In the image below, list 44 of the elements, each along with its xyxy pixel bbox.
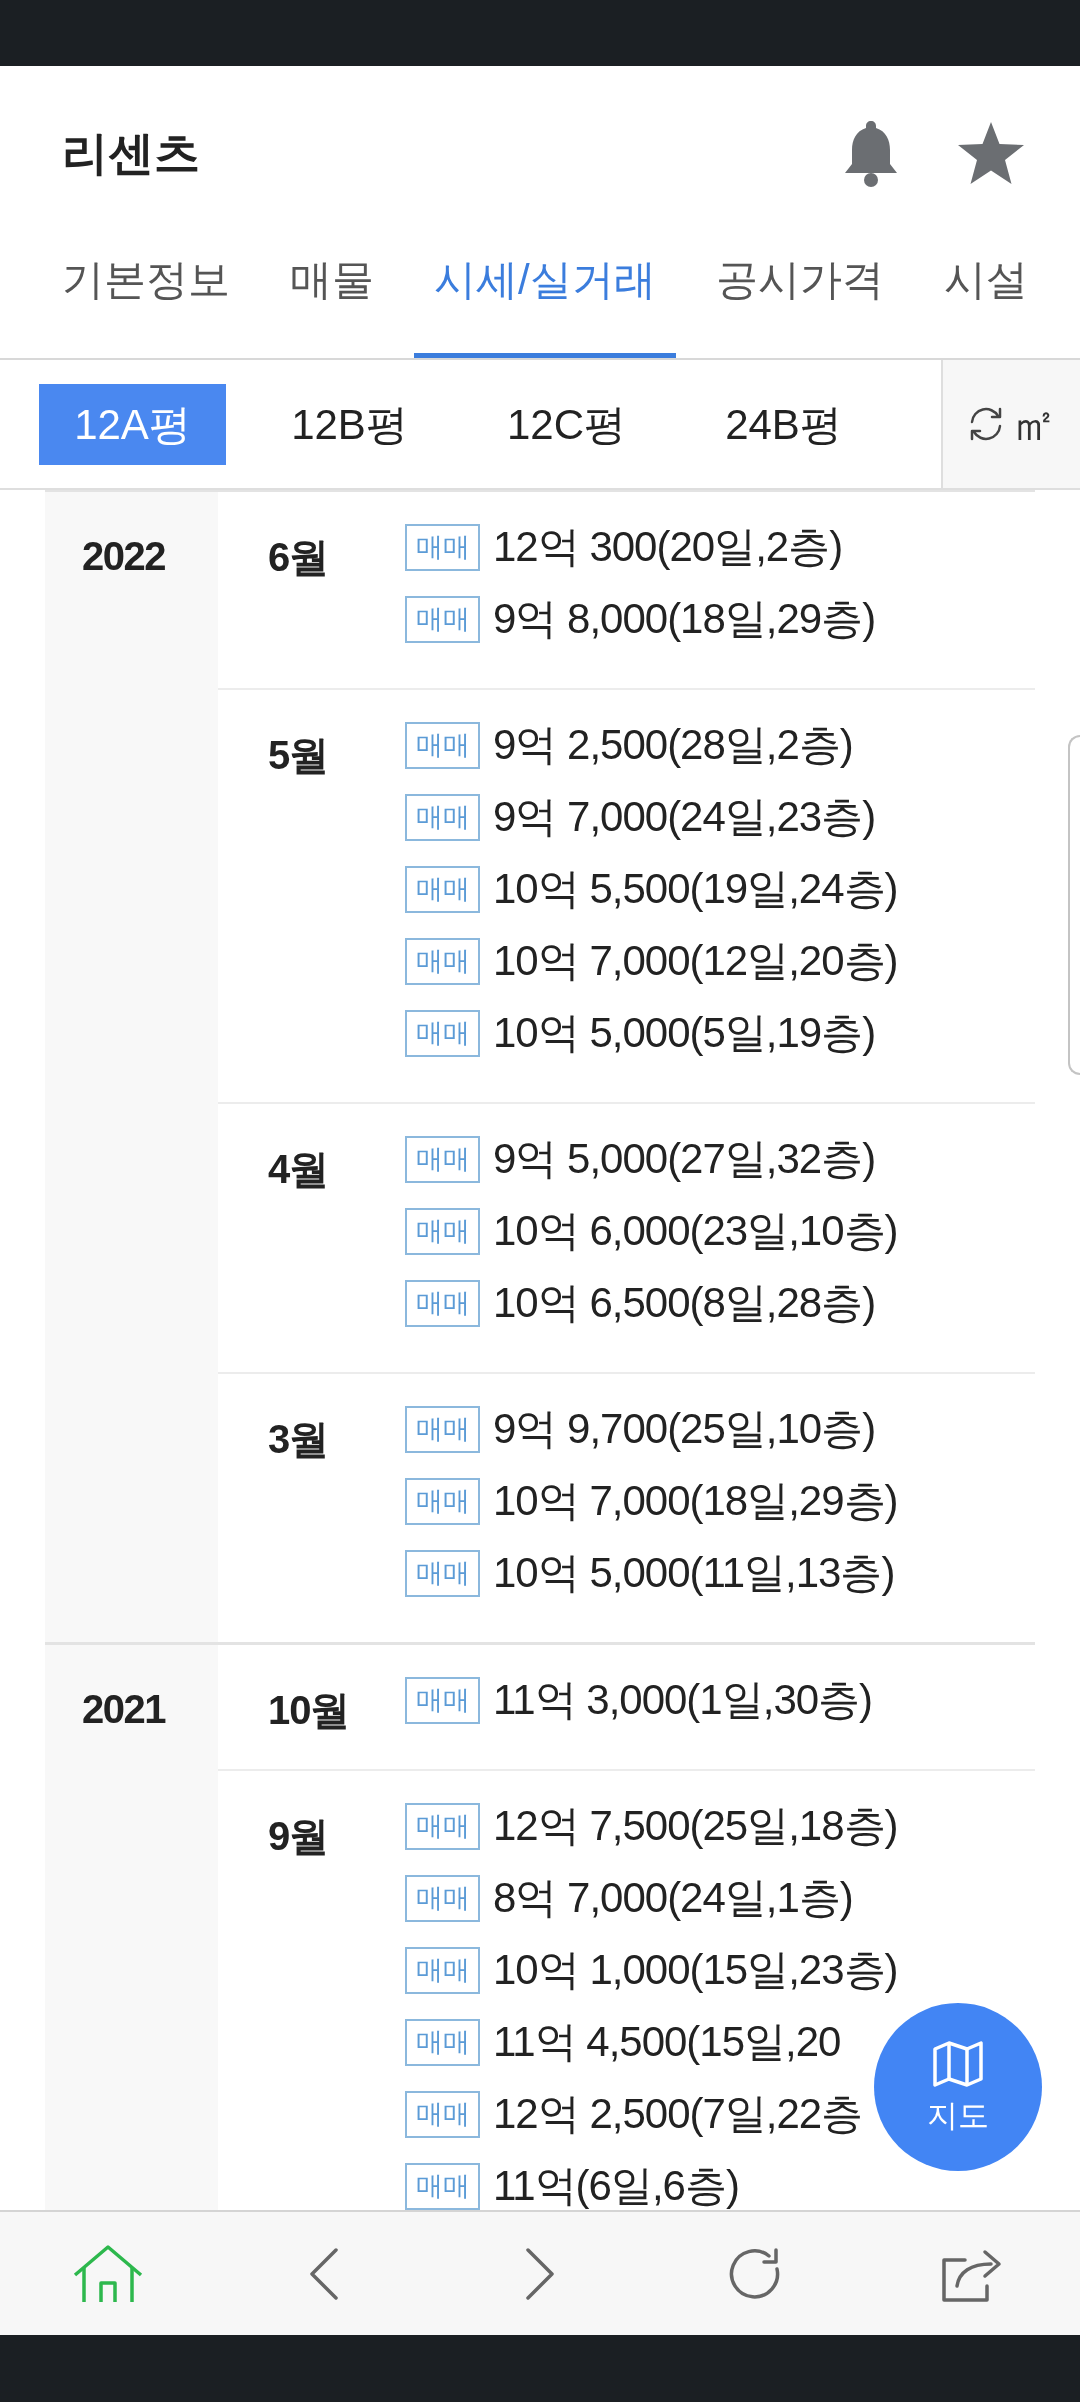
map-button[interactable]: 지도 (874, 2003, 1042, 2171)
deal-type-tag: 매매 (405, 1549, 480, 1597)
month-label: 5월 (268, 732, 329, 779)
section-tab[interactable]: 공시가격 (695, 240, 904, 358)
deal-type-tag: 매매 (405, 937, 480, 985)
section-tab[interactable]: 매물 (270, 240, 394, 358)
deal-type-tag: 매매 (405, 2018, 480, 2066)
size-tab[interactable]: 12B평 (256, 383, 443, 465)
deal-type-tag: 매매 (405, 1946, 480, 1994)
bell-icon[interactable] (843, 119, 899, 187)
deal-type-tag: 매매 (405, 1874, 480, 1922)
year-label: 2022 (82, 533, 165, 580)
month-label: 6월 (268, 534, 329, 581)
month-label: 3월 (268, 1416, 329, 1463)
size-tab[interactable]: 12C평 (473, 383, 660, 465)
deal-type-tag: 매매 (405, 865, 480, 913)
app-title: 리센츠 (62, 126, 200, 181)
deal-type-tag: 매매 (405, 1477, 480, 1525)
deal-type-tag: 매매 (405, 793, 480, 841)
deal-type-tag: 매매 (405, 2162, 480, 2210)
section-tab[interactable]: 시세/실거래 (414, 240, 676, 358)
deal-type-tag: 매매 (405, 1009, 480, 1057)
deal-type-tag: 매매 (405, 1405, 480, 1453)
deal-type-tag: 매매 (405, 721, 480, 769)
size-tab[interactable]: 24B평 (690, 383, 877, 465)
deal-type-tag: 매매 (405, 1802, 480, 1850)
star-icon[interactable] (957, 121, 1025, 185)
deal-type-tag: 매매 (405, 1135, 480, 1183)
month-label: 10월 (268, 1687, 350, 1734)
unit-toggle-button[interactable]: ㎡ (941, 360, 1080, 488)
back-icon[interactable] (309, 2247, 339, 2300)
deal-type-tag: 매매 (405, 2090, 480, 2138)
deal-type-tag: 매매 (405, 523, 480, 571)
month-label: 4월 (268, 1146, 329, 1193)
map-icon (933, 2041, 983, 2087)
section-tab[interactable]: 기본정보 (42, 240, 250, 358)
deal-type-tag: 매매 (405, 1207, 480, 1255)
deal-type-tag: 매매 (405, 1676, 480, 1724)
deal-type-tag: 매매 (405, 1279, 480, 1327)
deal-type-tag: 매매 (405, 595, 480, 643)
year-label: 2021 (82, 1686, 165, 1733)
forward-icon[interactable] (525, 2247, 555, 2300)
month-label: 9월 (268, 1813, 329, 1860)
section-tab[interactable]: 시설 (923, 240, 1048, 358)
